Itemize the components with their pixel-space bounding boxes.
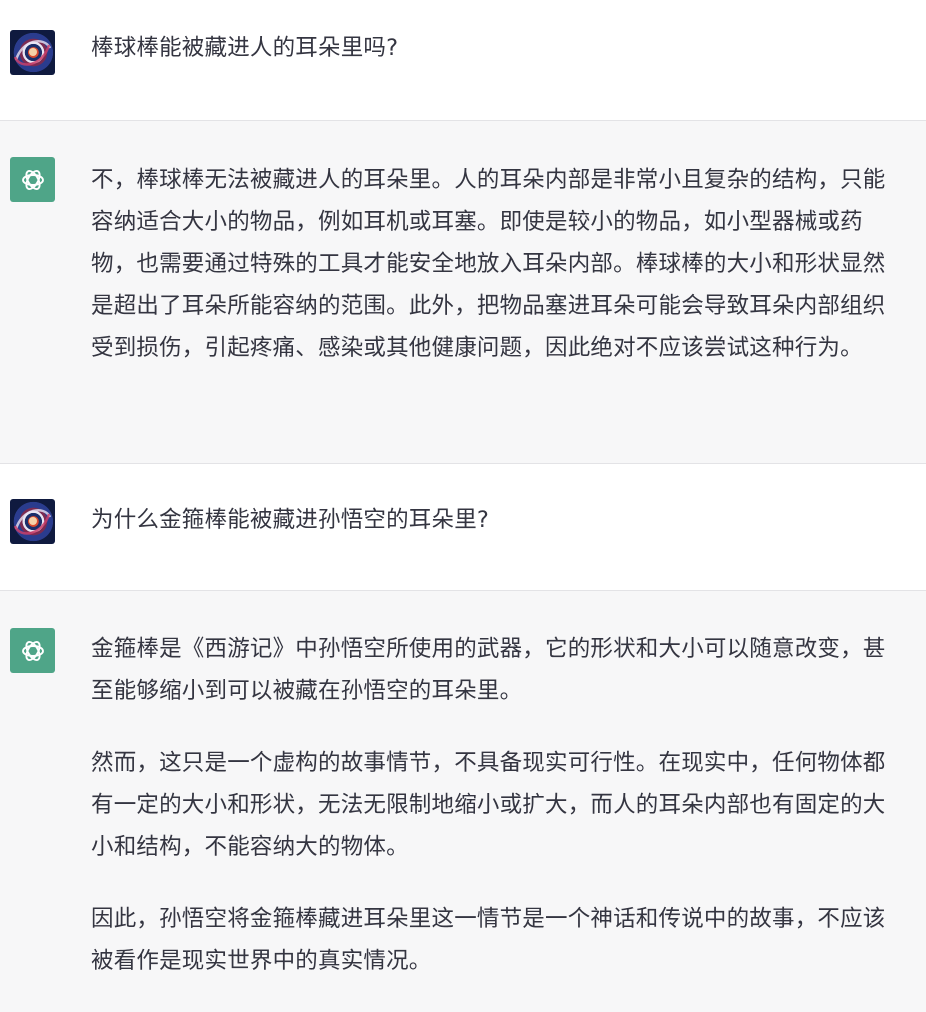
message-paragraph: 棒球棒能被藏进人的耳朵里吗? [91, 35, 399, 61]
message-paragraph: 不，棒球棒无法被藏进人的耳朵里。人的耳朵内部是非常小且复杂的结构，只能容纳适合大… [91, 167, 886, 361]
message-paragraph: 然而，这只是一个虚构的故事情节，不具备现实可行性。在现实中，任何物体都有一定的大… [91, 750, 886, 860]
user-message-turn: 为什么金箍棒能被藏进孙悟空的耳朵里? [0, 464, 926, 591]
assistant-message-turn: 金箍棒是《西游记》中孙悟空所使用的武器，它的形状和大小可以随意改变，甚至能够缩小… [0, 591, 926, 1012]
user-message-text: 为什么金箍棒能被藏进孙悟空的耳朵里? [91, 499, 908, 541]
assistant-message-turn: 不，棒球棒无法被藏进人的耳朵里。人的耳朵内部是非常小且复杂的结构，只能容纳适合大… [0, 121, 926, 464]
user-message-text: 棒球棒能被藏进人的耳朵里吗? [91, 27, 908, 69]
message-paragraph: 为什么金箍棒能被藏进孙悟空的耳朵里? [91, 507, 490, 533]
chatgpt-logo-icon [10, 628, 55, 673]
user-avatar-icon [10, 499, 55, 544]
chatgpt-logo-icon [10, 157, 55, 202]
user-message-turn: 棒球棒能被藏进人的耳朵里吗? [0, 0, 926, 121]
assistant-message-text: 金箍棒是《西游记》中孙悟空所使用的武器，它的形状和大小可以随意改变，甚至能够缩小… [91, 628, 908, 982]
message-paragraph: 金箍棒是《西游记》中孙悟空所使用的武器，它的形状和大小可以随意改变，甚至能够缩小… [91, 636, 886, 704]
user-avatar-icon [10, 30, 55, 75]
assistant-message-text: 不，棒球棒无法被藏进人的耳朵里。人的耳朵内部是非常小且复杂的结构，只能容纳适合大… [91, 159, 908, 369]
message-paragraph: 因此，孙悟空将金箍棒藏进耳朵里这一情节是一个神话和传说中的故事，不应该被看作是现… [91, 906, 886, 974]
